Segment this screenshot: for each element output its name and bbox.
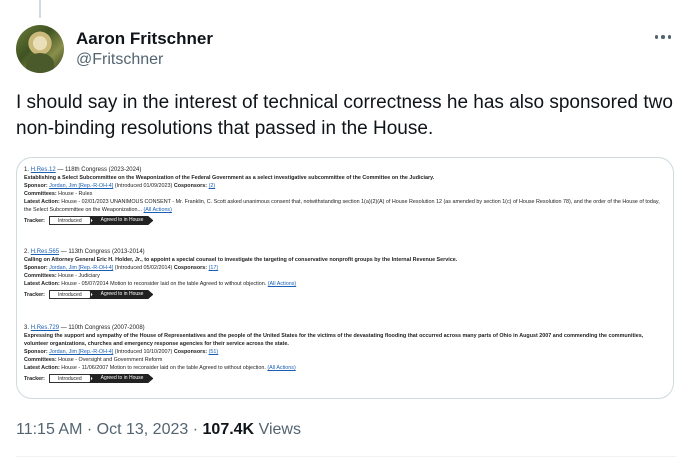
cosponsors-label: Cosponsors: [173,349,208,355]
latest-action-label: Latest Action: [24,199,60,205]
tracker-stage-agreed: Agreed to in House [88,374,154,383]
views-count: 107.4K [202,421,255,438]
list-item: 3. H.Res.729 — 110th Congress (2007-2008… [24,324,664,383]
committees-value: House - Oversight and Government Reform [58,357,163,363]
cosponsors-link[interactable]: (2) [209,183,216,189]
introduced-date: (Introduced 01/09/2023) [114,183,173,189]
tracker-stage-agreed: Agreed to in House [88,216,154,225]
cosponsors-link[interactable]: (51) [209,349,219,355]
attached-image[interactable]: 1. H.Res.12 — 118th Congress (2023-2024)… [16,157,674,399]
sponsor-label: Sponsor: [24,183,48,189]
congress-label: — 118th Congress (2023-2024) [57,167,142,173]
status-tracker: Tracker: Introduced Agreed to in House [24,290,664,299]
latest-action-label: Latest Action: [24,365,60,371]
thread-connector-line [39,0,41,18]
cosponsors-label: Cosponsors: [173,265,208,271]
sponsor-link[interactable]: Jordan, Jim [Rep.-R-OH-4] [49,265,113,271]
entry-number: 3. [24,325,30,331]
committees-value: House - Rules [58,191,93,197]
more-horizontal-icon[interactable] [652,26,674,48]
tracker-stage-agreed: Agreed to in House [88,290,154,299]
list-item: 1. H.Res.12 — 118th Congress (2023-2024)… [24,166,664,225]
entry-number: 1. [24,167,30,173]
status-tracker: Tracker: Introduced Agreed to in House [24,374,664,383]
committees-label: Committees: [24,191,57,197]
tweet-date[interactable]: Oct 13, 2023 [97,421,189,438]
cosponsors-link[interactable]: (17) [209,265,219,271]
introduced-date: (Introduced 10/10/2007) [114,349,173,355]
avatar[interactable] [16,25,64,73]
tracker-label: Tracker: [24,291,45,298]
committees-label: Committees: [24,273,57,279]
bill-link[interactable]: H.Res.565 [31,249,59,255]
latest-action-text: House - 11/06/2007 Motion to reconsider … [61,365,266,371]
sponsor-label: Sponsor: [24,265,48,271]
separator: · [192,421,199,438]
congress-label: — 110th Congress (2007-2008) [60,325,145,331]
bill-link[interactable]: H.Res.729 [31,325,59,331]
bill-title: Expressing the support and sympathy of t… [24,333,644,347]
all-actions-link[interactable]: (All Actions) [143,207,171,213]
tweet-meta: 11:15 AM · Oct 13, 2023 · 107.4K Views [16,421,301,439]
author-name[interactable]: Aaron Fritschner [76,29,213,49]
sponsor-link[interactable]: Jordan, Jim [Rep.-R-OH-4] [49,349,113,355]
latest-action-text: House - 02/01/2023 UNANIMOUS CONSENT - M… [24,199,660,213]
bill-title: Establishing a Select Subcommittee on th… [24,175,435,181]
tweet-text: I should say in the interest of technica… [16,92,673,139]
tracker-label: Tracker: [24,375,45,382]
introduced-date: (Introduced 05/02/2014) [114,265,173,271]
latest-action-label: Latest Action: [24,281,60,287]
all-actions-link[interactable]: (All Actions) [268,281,296,287]
tracker-label: Tracker: [24,217,45,224]
tweet-time[interactable]: 11:15 AM [16,421,82,438]
tracker-stage-introduced: Introduced [48,216,91,225]
cosponsors-label: Cosponsors: [173,183,208,189]
congress-label: — 113th Congress (2013-2014) [60,249,145,255]
tracker-stage-introduced: Introduced [48,374,91,383]
list-item: 2. H.Res.565 — 113th Congress (2013-2014… [24,248,664,299]
entry-number: 2. [24,249,30,255]
author-handle[interactable]: @Fritschner [76,51,163,69]
latest-action-text: House - 05/07/2014 Motion to reconsider … [61,281,267,287]
tracker-stage-introduced: Introduced [48,290,91,299]
separator: · [86,421,93,438]
bill-title: Calling on Attorney General Eric H. Hold… [24,257,458,263]
views-label: Views [258,421,301,438]
status-tracker: Tracker: Introduced Agreed to in House [24,216,664,225]
committees-value: House - Judiciary [58,273,100,279]
sponsor-label: Sponsor: [24,349,48,355]
all-actions-link[interactable]: (All Actions) [267,365,295,371]
bill-link[interactable]: H.Res.12 [31,167,56,173]
divider [16,456,676,457]
sponsor-link[interactable]: Jordan, Jim [Rep.-R-OH-4] [49,183,113,189]
committees-label: Committees: [24,357,57,363]
